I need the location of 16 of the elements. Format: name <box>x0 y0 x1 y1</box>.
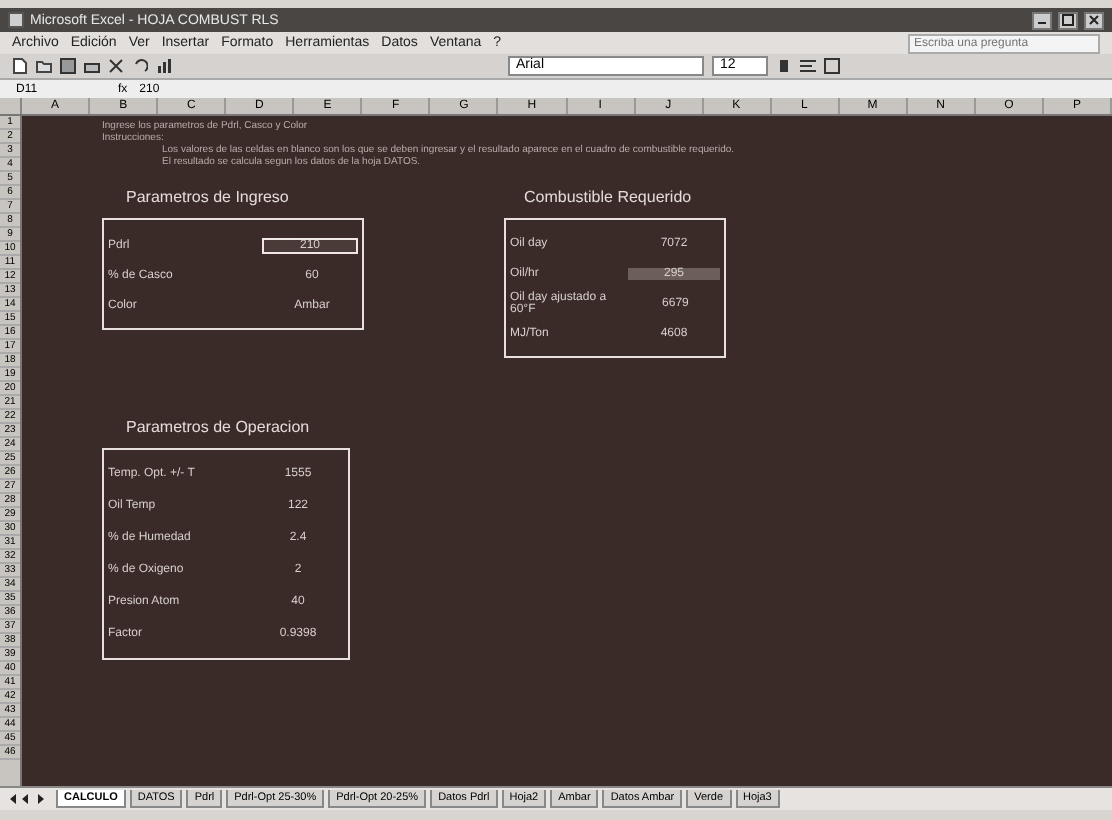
close-button[interactable] <box>1084 11 1104 29</box>
chart-icon[interactable] <box>156 58 172 74</box>
section-title: Parametros de Operacion <box>124 418 310 436</box>
maximize-icon <box>1062 14 1074 26</box>
section-title: Parametros de Ingreso <box>124 188 289 206</box>
maximize-button[interactable] <box>1058 11 1078 29</box>
minimize-button[interactable] <box>1032 11 1052 29</box>
new-document-icon[interactable] <box>12 58 28 74</box>
cut-icon[interactable] <box>108 58 124 74</box>
section-title: Combustible Requerido <box>522 188 692 206</box>
border-icon[interactable] <box>824 58 840 74</box>
folder-icon[interactable] <box>36 58 52 74</box>
close-icon <box>1088 14 1100 26</box>
undo-icon[interactable] <box>132 58 148 74</box>
align-icon[interactable] <box>800 58 816 74</box>
spreadsheet-icon <box>8 12 24 28</box>
